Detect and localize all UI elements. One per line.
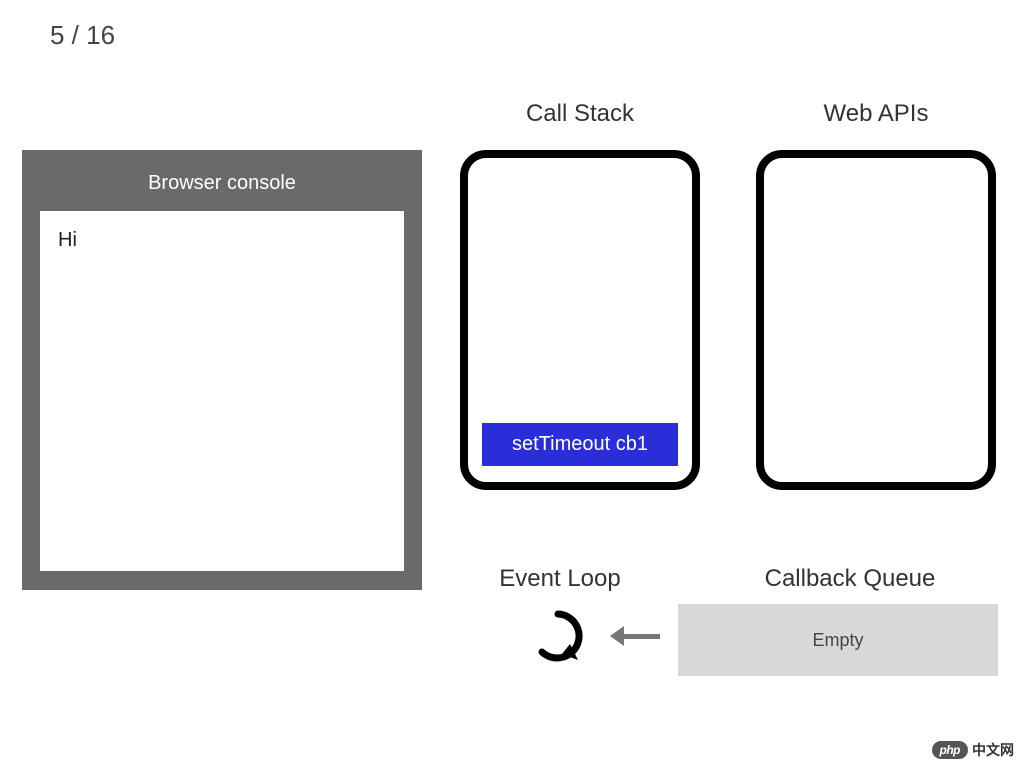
browser-console-panel: Browser console Hi <box>22 150 422 590</box>
browser-console-title: Browser console <box>22 150 422 211</box>
callback-queue-label: Callback Queue <box>720 565 980 593</box>
browser-console-output: Hi <box>40 211 404 571</box>
call-stack-box: setTimeout cb1 <box>460 150 700 490</box>
call-stack-label: Call Stack <box>460 100 700 128</box>
php-badge: php <box>932 741 969 759</box>
event-loop-label: Event Loop <box>460 565 660 593</box>
callback-queue-box: Empty <box>678 604 998 676</box>
arrow-left-icon <box>610 626 660 646</box>
web-apis-box <box>756 150 996 490</box>
watermark-text: 中文网 <box>972 740 1014 760</box>
callback-queue-state: Empty <box>812 630 863 651</box>
event-loop-icon <box>530 608 586 664</box>
stack-frame: setTimeout cb1 <box>482 423 678 466</box>
watermark: php 中文网 <box>932 740 1015 760</box>
web-apis-label: Web APIs <box>756 100 996 128</box>
step-counter: 5 / 16 <box>50 20 115 51</box>
